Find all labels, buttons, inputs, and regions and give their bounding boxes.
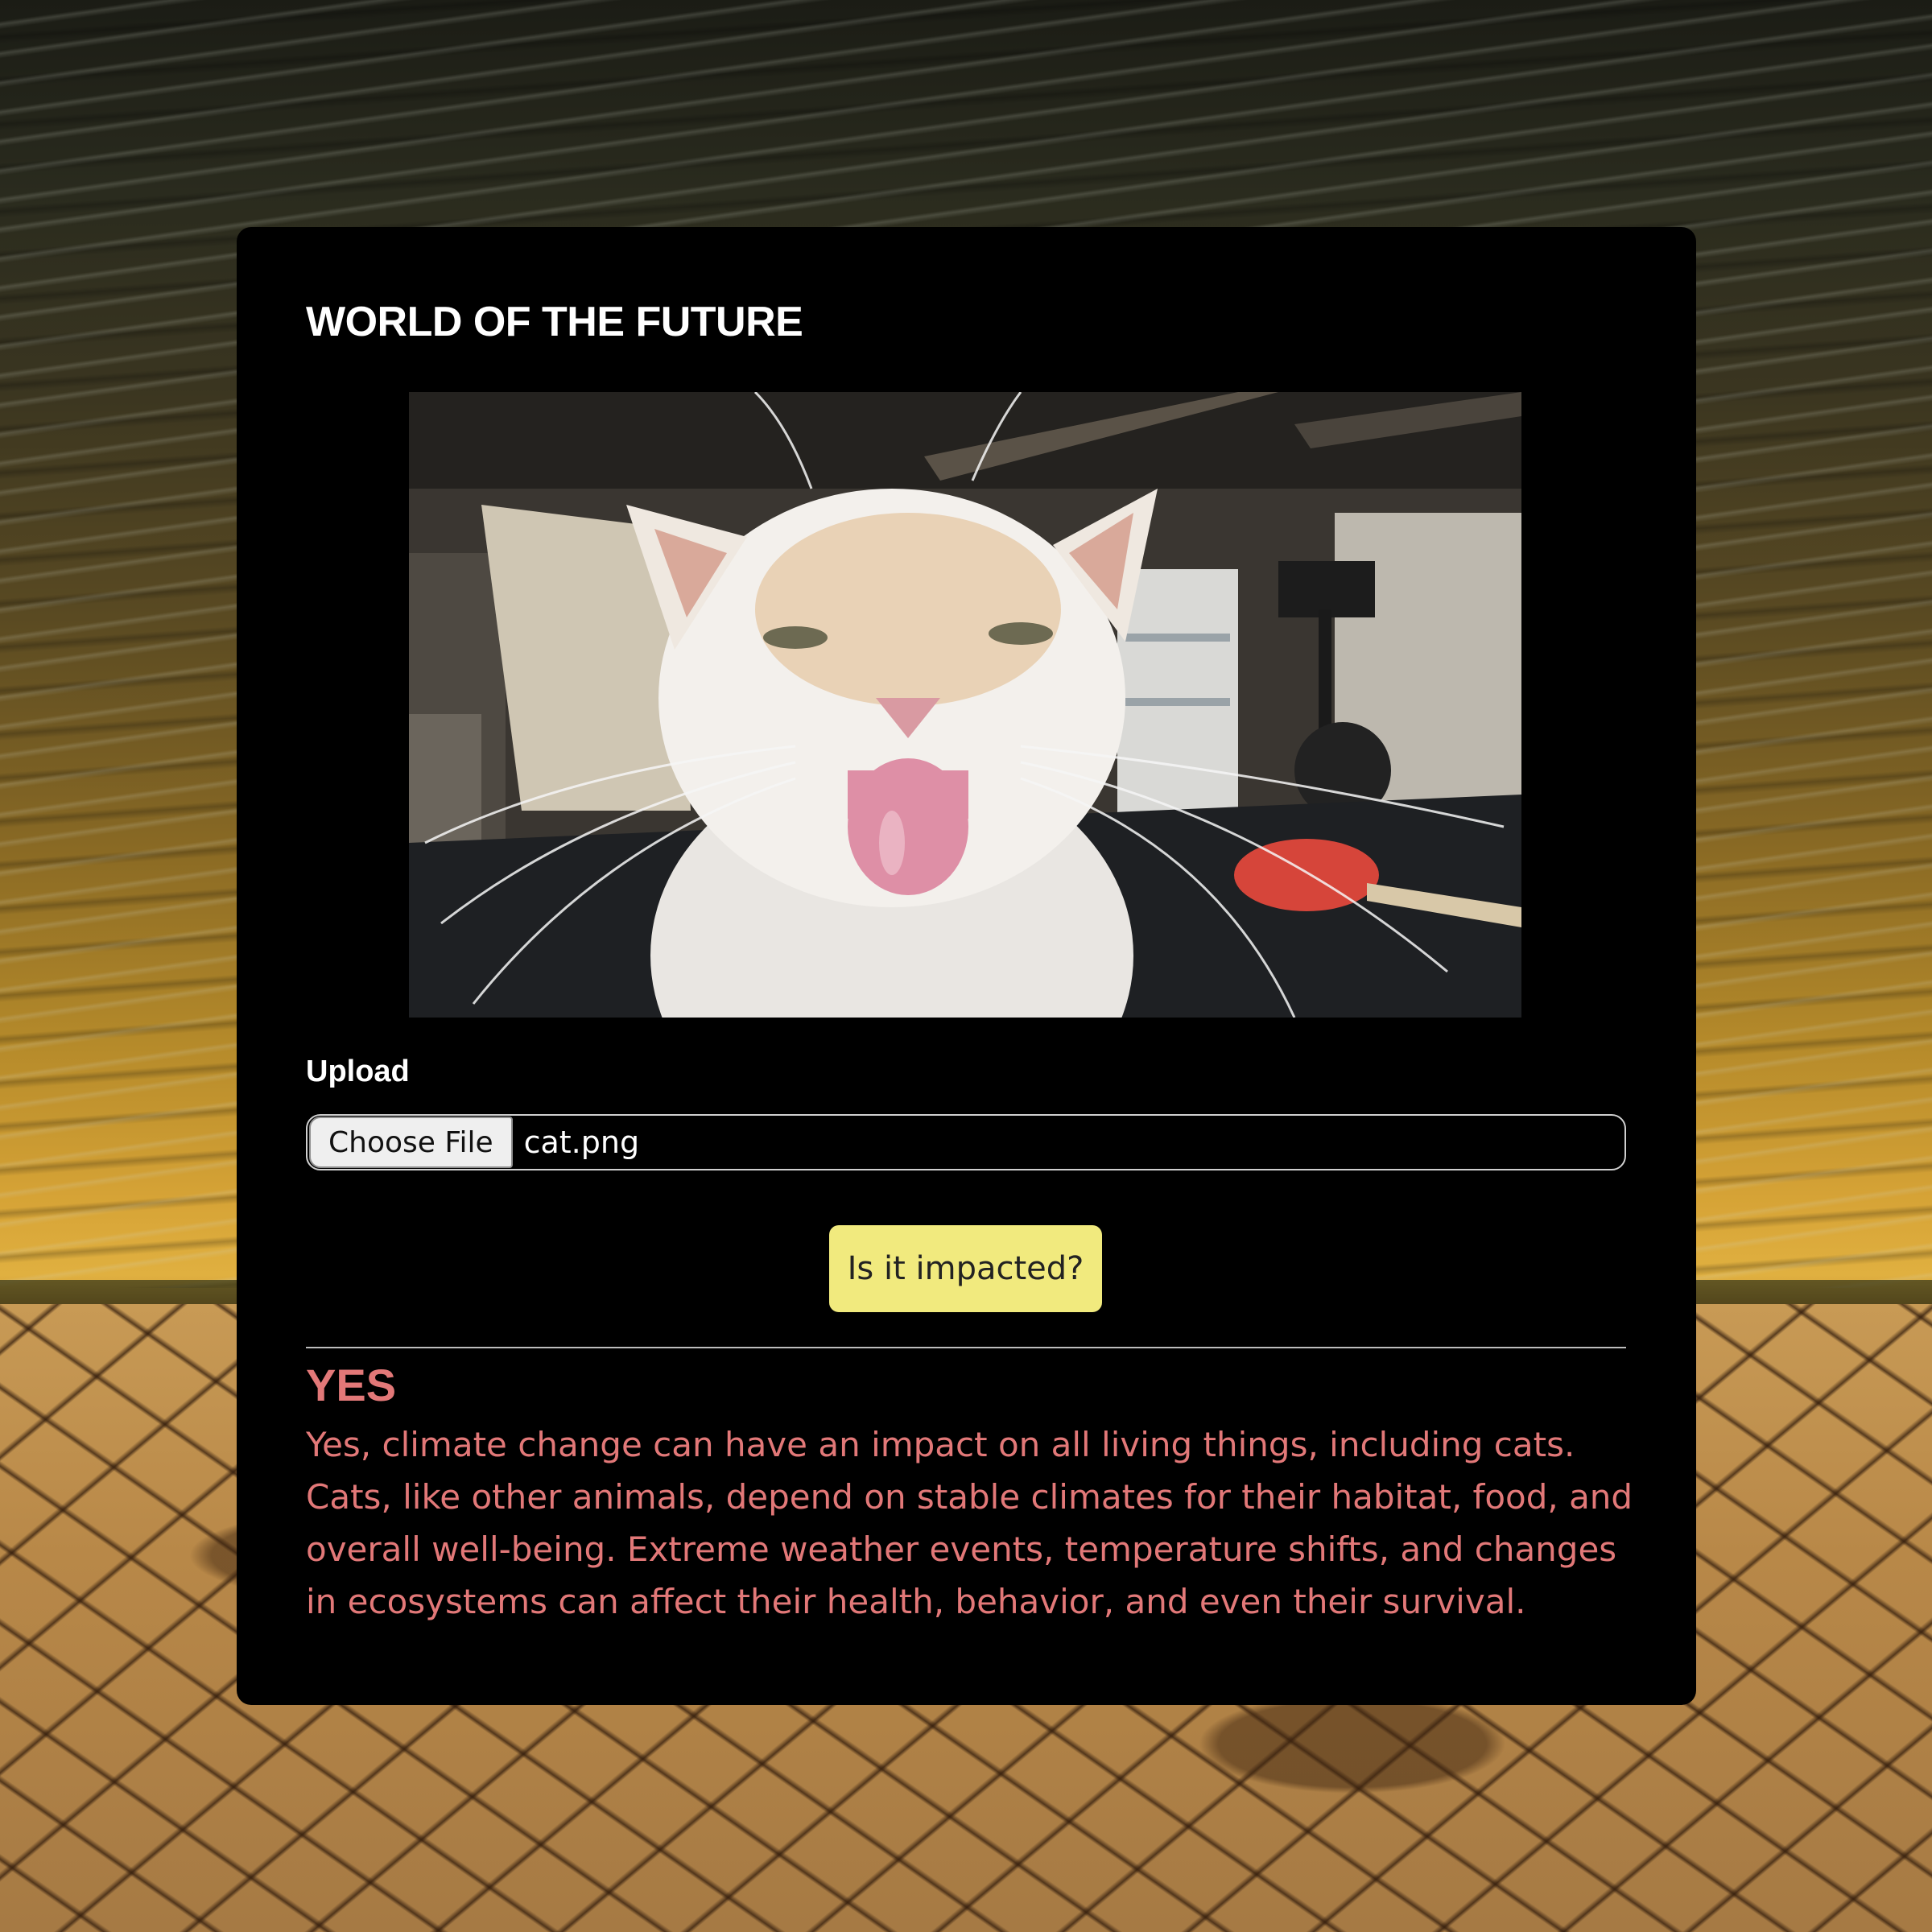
result-heading: YES bbox=[306, 1360, 397, 1410]
cat-photo bbox=[409, 392, 1521, 1018]
main-card: WORLD OF THE FUTURE Upload Choose File c… bbox=[237, 227, 1696, 1705]
upload-label: Upload bbox=[306, 1055, 410, 1088]
choose-file-button[interactable]: Choose File bbox=[309, 1117, 513, 1168]
result-text: Yes, climate change can have an impact o… bbox=[306, 1425, 1633, 1621]
selected-file-name: cat.png bbox=[523, 1125, 640, 1160]
uploaded-image-preview bbox=[409, 392, 1521, 1018]
divider bbox=[306, 1347, 1626, 1348]
page-title: WORLD OF THE FUTURE bbox=[306, 299, 803, 345]
is-it-impacted-button[interactable]: Is it impacted? bbox=[829, 1225, 1102, 1312]
file-upload-input[interactable]: Choose File cat.png bbox=[306, 1114, 1626, 1170]
